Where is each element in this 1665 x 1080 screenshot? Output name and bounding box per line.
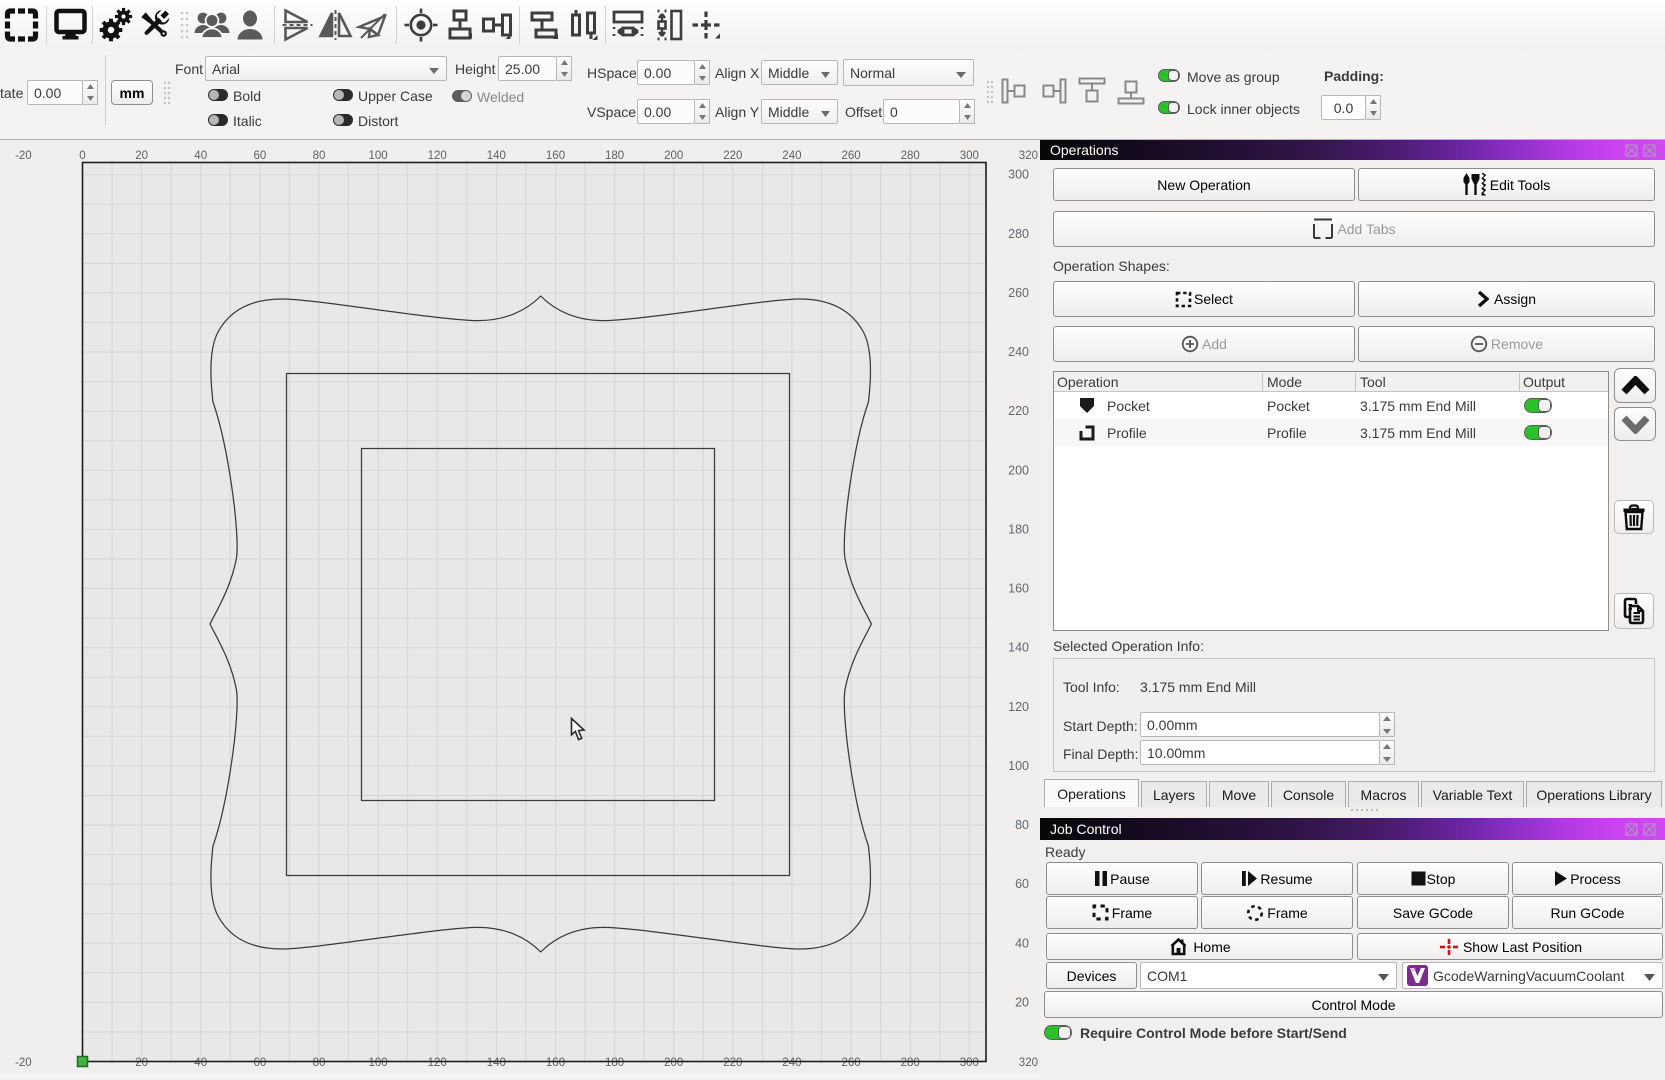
svg-text:140: 140: [487, 1057, 506, 1069]
svg-text:-20: -20: [15, 1057, 32, 1069]
svg-text:40: 40: [1015, 936, 1029, 950]
svg-text:60: 60: [254, 150, 267, 162]
svg-text:300: 300: [960, 1057, 979, 1069]
svg-text:220: 220: [723, 150, 742, 162]
svg-text:100: 100: [369, 150, 388, 162]
svg-text:180: 180: [1008, 522, 1029, 536]
svg-text:40: 40: [194, 150, 207, 162]
svg-text:100: 100: [1008, 759, 1029, 773]
svg-text:240: 240: [782, 1057, 801, 1069]
svg-text:20: 20: [1015, 995, 1029, 1009]
svg-text:60: 60: [1015, 877, 1029, 891]
svg-text:200: 200: [1008, 463, 1029, 477]
svg-text:140: 140: [1008, 641, 1029, 655]
svg-text:120: 120: [428, 1057, 447, 1069]
svg-text:140: 140: [487, 150, 506, 162]
svg-text:160: 160: [1008, 582, 1029, 596]
svg-text:80: 80: [1015, 818, 1029, 832]
svg-text:120: 120: [428, 150, 447, 162]
svg-text:80: 80: [313, 150, 326, 162]
svg-text:200: 200: [664, 1057, 683, 1069]
svg-text:160: 160: [546, 150, 565, 162]
svg-text:240: 240: [1008, 345, 1029, 359]
svg-text:-20: -20: [15, 150, 32, 162]
svg-text:220: 220: [723, 1057, 742, 1069]
svg-text:180: 180: [605, 150, 624, 162]
svg-text:160: 160: [546, 1057, 565, 1069]
svg-text:300: 300: [1008, 168, 1029, 182]
svg-text:320: 320: [1019, 150, 1038, 162]
svg-text:80: 80: [313, 1057, 326, 1069]
svg-text:200: 200: [664, 150, 683, 162]
svg-text:20: 20: [135, 1057, 148, 1069]
svg-text:260: 260: [1008, 286, 1029, 300]
svg-text:100: 100: [369, 1057, 388, 1069]
svg-text:280: 280: [901, 1057, 920, 1069]
svg-text:280: 280: [901, 150, 920, 162]
svg-text:300: 300: [960, 150, 979, 162]
svg-text:260: 260: [842, 150, 861, 162]
svg-text:240: 240: [782, 150, 801, 162]
svg-text:0: 0: [79, 150, 85, 162]
svg-text:60: 60: [254, 1057, 267, 1069]
svg-text:120: 120: [1008, 700, 1029, 714]
svg-text:180: 180: [605, 1057, 624, 1069]
svg-text:40: 40: [194, 1057, 207, 1069]
svg-text:280: 280: [1008, 227, 1029, 241]
svg-text:260: 260: [842, 1057, 861, 1069]
svg-text:20: 20: [135, 150, 148, 162]
svg-text:320: 320: [1019, 1057, 1038, 1069]
svg-text:220: 220: [1008, 404, 1029, 418]
